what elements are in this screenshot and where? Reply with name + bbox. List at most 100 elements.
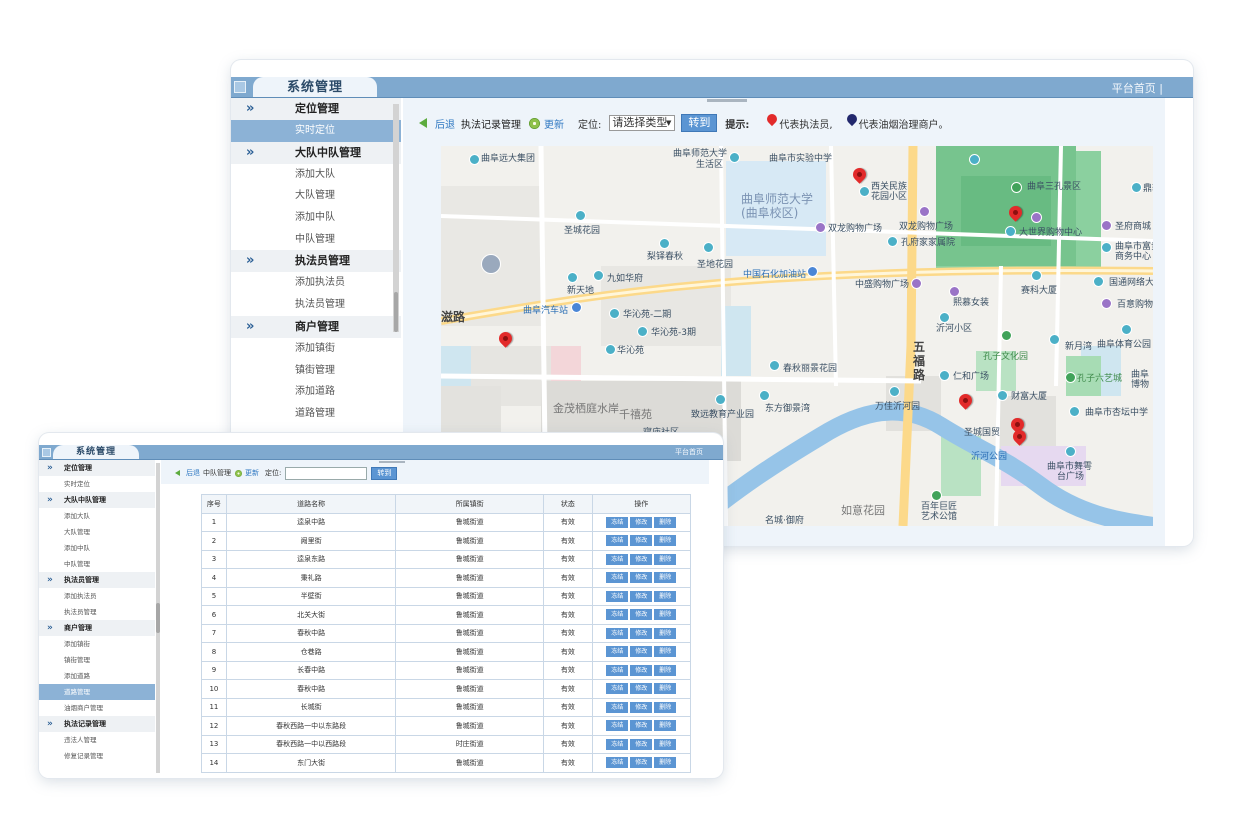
poi-marker-icon[interactable]: [1101, 242, 1112, 253]
sidebar-item-14[interactable]: 道路管理: [39, 684, 155, 700]
poi-marker-icon[interactable]: [969, 154, 980, 165]
sidebar-item-11[interactable]: 添加镇街: [39, 636, 155, 652]
poi-marker-icon[interactable]: [1031, 270, 1042, 281]
poi-marker-icon[interactable]: [1101, 298, 1112, 309]
freeze-button[interactable]: 冻结: [606, 516, 629, 528]
tab-system-management[interactable]: 系统管理: [253, 77, 377, 97]
poi-marker-icon[interactable]: [703, 242, 714, 253]
sidebar-item-1[interactable]: 实时定位: [231, 120, 401, 142]
poi-marker-icon[interactable]: [659, 238, 670, 249]
go-button[interactable]: 转到: [371, 466, 398, 480]
poi-marker-icon[interactable]: [859, 186, 870, 197]
sidebar-item-8[interactable]: 添加执法员: [231, 272, 401, 294]
freeze-button[interactable]: 冻结: [606, 609, 629, 621]
poi-marker-icon[interactable]: [609, 308, 620, 319]
freeze-button[interactable]: 冻结: [606, 590, 629, 602]
edit-button[interactable]: 修改: [630, 535, 653, 547]
poi-marker-icon[interactable]: [1065, 372, 1076, 383]
platform-home-link[interactable]: 平台首页: [675, 447, 703, 457]
poi-marker-icon[interactable]: [567, 272, 578, 283]
delete-button[interactable]: 删除: [654, 720, 677, 732]
sidebar-item-9[interactable]: 执法员管理: [39, 604, 155, 620]
sidebar-item-5[interactable]: 添加中队: [39, 540, 155, 556]
back-link[interactable]: 后退: [186, 468, 200, 478]
sidebar-item-15[interactable]: 油烟商户管理: [39, 700, 155, 716]
sidebar-item-6[interactable]: 中队管理: [231, 229, 401, 251]
poi-marker-icon[interactable]: [1031, 212, 1042, 223]
delete-button[interactable]: 删除: [654, 553, 677, 565]
refresh-link[interactable]: 更新: [245, 468, 259, 478]
delete-button[interactable]: 删除: [654, 701, 677, 713]
freeze-button[interactable]: 冻结: [606, 738, 629, 750]
sidebar-item-4[interactable]: 大队管理: [39, 524, 155, 540]
back-link[interactable]: 后退: [435, 116, 455, 131]
back-arrow-icon[interactable]: [419, 118, 427, 128]
sidebar-item-13[interactable]: 添加道路: [39, 668, 155, 684]
edit-button[interactable]: 修改: [630, 738, 653, 750]
poi-marker-icon[interactable]: [949, 286, 960, 297]
sidebar-section-0[interactable]: » 定位管理: [231, 98, 401, 120]
poi-marker-icon[interactable]: [1005, 226, 1016, 237]
freeze-button[interactable]: 冻结: [606, 646, 629, 658]
locate-input[interactable]: [285, 466, 368, 480]
poi-marker-icon[interactable]: [919, 206, 930, 217]
sidebar-section-7[interactable]: » 执法员管理: [39, 572, 155, 588]
sidebar-section-2[interactable]: » 大队中队管理: [39, 492, 155, 508]
parking-icon[interactable]: [481, 254, 501, 274]
tab-system-management[interactable]: 系统管理: [53, 445, 139, 459]
sidebar-item-3[interactable]: 添加大队: [231, 164, 401, 186]
sidebar-item-5[interactable]: 添加中队: [231, 207, 401, 229]
edit-button[interactable]: 修改: [630, 516, 653, 528]
poi-marker-icon[interactable]: [575, 210, 586, 221]
poi-marker-icon[interactable]: [887, 236, 898, 247]
freeze-button[interactable]: 冻结: [606, 683, 629, 695]
sidebar-item-9[interactable]: 执法员管理: [231, 294, 401, 316]
sidebar-item-12[interactable]: 镇街管理: [231, 360, 401, 382]
edit-button[interactable]: 修改: [630, 553, 653, 565]
sidebar-section-16[interactable]: » 执法记录管理: [39, 716, 155, 732]
edit-button[interactable]: 修改: [630, 609, 653, 621]
freeze-button[interactable]: 冻结: [606, 664, 629, 676]
poi-marker-icon[interactable]: [715, 394, 726, 405]
poi-marker-icon[interactable]: [997, 390, 1008, 401]
freeze-button[interactable]: 冻结: [606, 701, 629, 713]
poi-marker-icon[interactable]: [931, 490, 942, 501]
sidebar-item-14[interactable]: 道路管理: [231, 403, 401, 425]
freeze-button[interactable]: 冻结: [606, 535, 629, 547]
poi-marker-icon[interactable]: [469, 154, 480, 165]
poi-marker-icon[interactable]: [939, 312, 950, 323]
sidebar-item-6[interactable]: 中队管理: [39, 556, 155, 572]
poi-marker-icon[interactable]: [889, 386, 900, 397]
delete-button[interactable]: 删除: [654, 572, 677, 584]
delete-button[interactable]: 删除: [654, 627, 677, 639]
poi-marker-icon[interactable]: [1093, 276, 1104, 287]
poi-marker-icon[interactable]: [1131, 182, 1142, 193]
poi-marker-icon[interactable]: [1069, 406, 1080, 417]
drag-handle[interactable]: [707, 99, 747, 102]
poi-marker-icon[interactable]: [911, 278, 922, 289]
delete-button[interactable]: 删除: [654, 609, 677, 621]
edit-button[interactable]: 修改: [630, 757, 653, 769]
delete-button[interactable]: 删除: [654, 535, 677, 547]
refresh-icon[interactable]: [529, 117, 540, 129]
delete-button[interactable]: 删除: [654, 516, 677, 528]
poi-marker-icon[interactable]: [593, 270, 604, 281]
delete-button[interactable]: 删除: [654, 683, 677, 695]
edit-button[interactable]: 修改: [630, 664, 653, 676]
back-arrow-icon[interactable]: [175, 470, 180, 476]
sidebar-item-11[interactable]: 添加镇街: [231, 338, 401, 360]
poi-marker-icon[interactable]: [769, 360, 780, 371]
sidebar-item-13[interactable]: 添加道路: [231, 381, 401, 403]
delete-button[interactable]: 删除: [654, 664, 677, 676]
poi-marker-icon[interactable]: [1049, 334, 1060, 345]
gas-station-icon[interactable]: [807, 266, 818, 277]
sidebar-item-1[interactable]: 实时定位: [39, 476, 155, 492]
poi-marker-icon[interactable]: [1121, 324, 1132, 335]
sidebar-item-12[interactable]: 镇街管理: [39, 652, 155, 668]
poi-marker-icon[interactable]: [815, 222, 826, 233]
poi-marker-icon[interactable]: [637, 326, 648, 337]
delete-button[interactable]: 删除: [654, 738, 677, 750]
platform-home-link[interactable]: 平台首页 |: [1112, 80, 1163, 96]
poi-marker-icon[interactable]: [605, 344, 616, 355]
sidebar-item-8[interactable]: 添加执法员: [39, 588, 155, 604]
